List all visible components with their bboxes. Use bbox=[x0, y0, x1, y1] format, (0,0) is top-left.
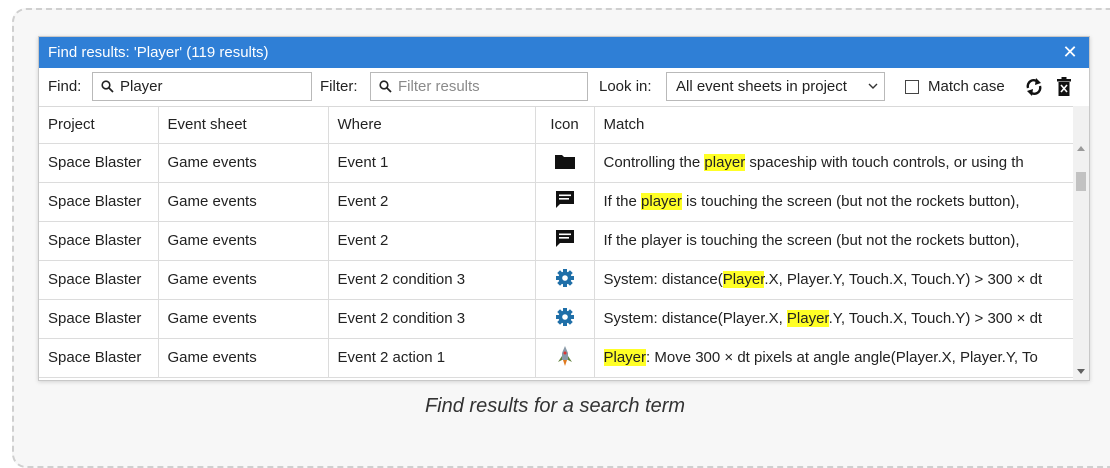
cell-where: Event 2 condition 3 bbox=[328, 299, 536, 339]
cell-match: Controlling the player spaceship with to… bbox=[594, 143, 1076, 183]
cell-match: System: distance(Player.X, Player.Y, Tou… bbox=[594, 260, 1076, 300]
cell-event-sheet: Game events bbox=[158, 182, 329, 222]
gear-icon bbox=[555, 307, 574, 326]
filter-input[interactable]: Filter results bbox=[370, 72, 588, 101]
figure-caption: Find results for a search term bbox=[424, 395, 686, 417]
cell-project: Space Blaster bbox=[39, 221, 159, 261]
rocket-icon bbox=[557, 345, 572, 366]
search-icon bbox=[379, 80, 392, 93]
column-header-where[interactable]: Where bbox=[328, 107, 536, 144]
cell-match: System: distance(Player.X, Player.Y, Tou… bbox=[594, 299, 1076, 339]
results-table: Project Event sheet Where Icon Match Spa… bbox=[39, 107, 1076, 378]
cell-event-sheet: Game events bbox=[158, 338, 329, 378]
vertical-scrollbar[interactable] bbox=[1073, 106, 1089, 380]
cell-project: Space Blaster bbox=[39, 182, 159, 222]
cell-event-sheet: Game events bbox=[158, 221, 329, 261]
cell-where: Event 2 action 1 bbox=[328, 338, 536, 378]
column-header-project[interactable]: Project bbox=[39, 107, 159, 144]
cell-match: If the player is touching the screen (bu… bbox=[594, 221, 1076, 261]
table-row[interactable]: Space Blaster Game events Event 2 action… bbox=[39, 338, 1076, 378]
lookin-label: Look in: bbox=[599, 78, 652, 95]
gear-icon bbox=[555, 268, 574, 287]
cell-where: Event 2 condition 3 bbox=[328, 260, 536, 300]
cell-project: Space Blaster bbox=[39, 299, 159, 339]
scroll-thumb[interactable] bbox=[1076, 172, 1086, 191]
table-row[interactable]: Space Blaster Game events Event 2 condit… bbox=[39, 299, 1076, 339]
find-results-window: Find results: 'Player' (119 results) ✕ F… bbox=[38, 36, 1090, 381]
table-row[interactable]: Space Blaster Game events Event 2 If the… bbox=[39, 182, 1076, 222]
scroll-down-icon[interactable] bbox=[1077, 369, 1085, 374]
find-value: Player bbox=[120, 78, 163, 95]
column-header-icon[interactable]: Icon bbox=[535, 107, 595, 144]
close-icon[interactable]: ✕ bbox=[1057, 39, 1083, 65]
find-input[interactable]: Player bbox=[92, 72, 312, 101]
cell-where: Event 2 bbox=[328, 182, 536, 222]
cell-where: Event 2 bbox=[328, 221, 536, 261]
column-header-match[interactable]: Match bbox=[594, 107, 1076, 144]
window-title: Find results: 'Player' (119 results) bbox=[48, 44, 269, 61]
column-header-event-sheet[interactable]: Event sheet bbox=[158, 107, 329, 144]
lookin-value: All event sheets in project bbox=[676, 78, 847, 95]
cell-project: Space Blaster bbox=[39, 143, 159, 183]
comment-icon bbox=[555, 230, 574, 247]
title-bar: Find results: 'Player' (119 results) ✕ bbox=[39, 37, 1089, 68]
filter-label: Filter: bbox=[320, 78, 358, 95]
cell-match: If the player is touching the screen (bu… bbox=[594, 182, 1076, 222]
filter-placeholder: Filter results bbox=[398, 78, 480, 95]
cell-project: Space Blaster bbox=[39, 260, 159, 300]
cell-where: Event 1 bbox=[328, 143, 536, 183]
refresh-icon[interactable] bbox=[1023, 76, 1045, 98]
cell-event-sheet: Game events bbox=[158, 260, 329, 300]
table-header: Project Event sheet Where Icon Match bbox=[39, 107, 1076, 144]
match-case-label: Match case bbox=[928, 78, 1005, 95]
folder-icon bbox=[554, 154, 575, 169]
match-case-checkbox[interactable] bbox=[905, 80, 919, 94]
lookin-select[interactable]: All event sheets in project bbox=[666, 72, 885, 101]
cell-event-sheet: Game events bbox=[158, 143, 329, 183]
table-row[interactable]: Space Blaster Game events Event 2 condit… bbox=[39, 260, 1076, 300]
table-row[interactable]: Space Blaster Game events Event 1 Contro… bbox=[39, 143, 1076, 183]
find-label: Find: bbox=[48, 78, 82, 95]
comment-icon bbox=[555, 191, 574, 208]
search-icon bbox=[101, 80, 114, 93]
trash-icon[interactable] bbox=[1053, 76, 1075, 98]
cell-event-sheet: Game events bbox=[158, 299, 329, 339]
chevron-down-icon bbox=[868, 83, 878, 89]
search-toolbar: Find: Player Filter: Filter results Look… bbox=[39, 68, 1089, 107]
scroll-up-icon[interactable] bbox=[1077, 146, 1085, 151]
table-row[interactable]: Space Blaster Game events Event 2 If the… bbox=[39, 221, 1076, 261]
cell-project: Space Blaster bbox=[39, 338, 159, 378]
cell-match: Player: Move 300 × dt pixels at angle an… bbox=[594, 338, 1076, 378]
